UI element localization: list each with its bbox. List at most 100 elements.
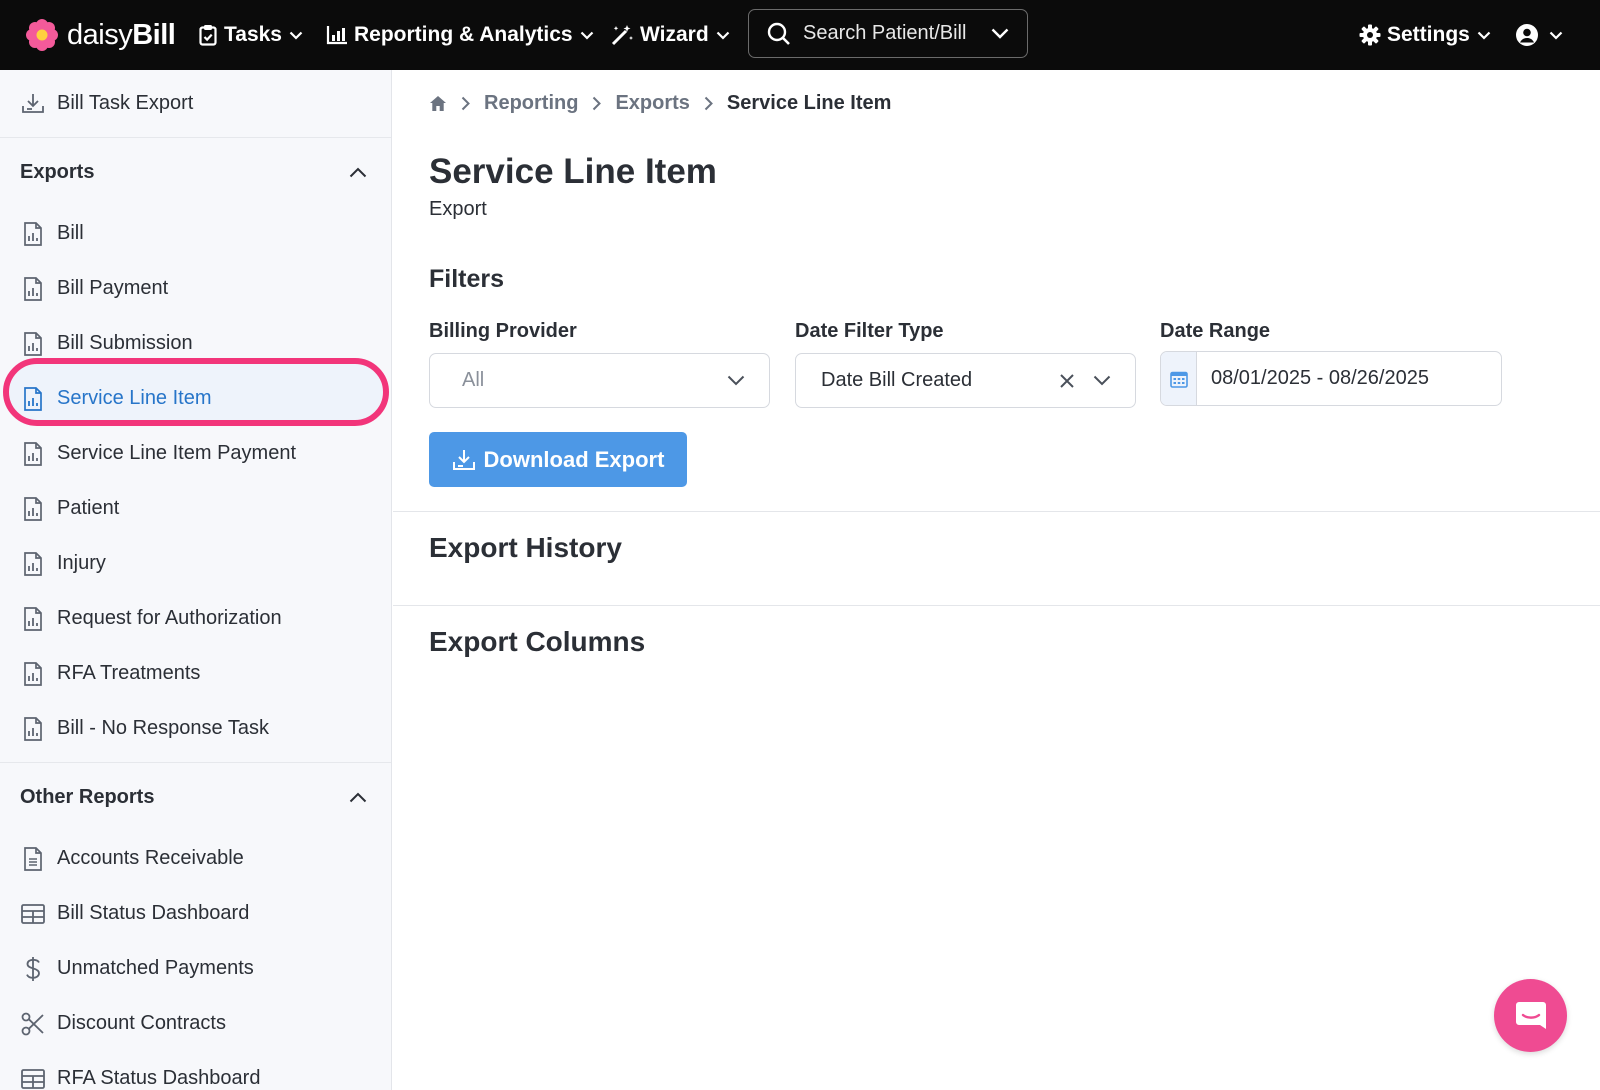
sidebar-item-unmatched-payments[interactable]: Unmatched Payments	[0, 941, 391, 996]
chevron-down-icon	[716, 31, 729, 40]
sidebar-item-label: RFA Status Dashboard	[57, 1067, 261, 1089]
sidebar: Bill Task Export Exports Bill Bill Paymen…	[0, 70, 392, 1090]
sidebar-item-service-line-item-overlay[interactable]	[0, 365, 392, 420]
main-content: Reporting Exports Service Line Item Serv…	[393, 70, 1600, 1090]
sidebar-item-request-for-authorization[interactable]: Request for Authorization	[0, 591, 391, 646]
dollar-icon	[20, 956, 46, 982]
section-title: Exports	[20, 160, 95, 183]
nav-settings[interactable]: Settings	[1359, 0, 1491, 70]
sidebar-item-label: Bill Status Dashboard	[57, 902, 250, 924]
download-icon	[452, 449, 475, 470]
report-file-icon	[20, 716, 46, 742]
date-filter-type-select[interactable]: Date Bill Created	[795, 353, 1136, 408]
report-file-icon	[20, 606, 46, 632]
user-menu[interactable]	[1515, 0, 1563, 70]
home-icon[interactable]	[429, 95, 447, 112]
report-file-icon	[20, 276, 46, 302]
chevron-up-icon[interactable]	[349, 167, 367, 178]
sidebar-item-label: Patient	[57, 497, 120, 519]
patient-bill-search[interactable]: Search Patient/Bill	[748, 9, 1028, 58]
report-file-icon	[20, 331, 46, 357]
brand[interactable]: daisyBill	[25, 18, 176, 52]
sidebar-item-label: Bill - No Response Task	[57, 717, 269, 739]
chat-launcher-button[interactable]	[1494, 979, 1567, 1052]
sidebar-item-label: Accounts Receivable	[57, 847, 244, 869]
document-icon	[20, 846, 46, 872]
export-history-heading[interactable]: Export History	[429, 532, 622, 564]
breadcrumb-reporting[interactable]: Reporting	[484, 92, 578, 115]
report-file-icon	[20, 441, 46, 467]
table-icon	[20, 901, 46, 927]
report-file-icon	[20, 661, 46, 687]
chevron-right-icon	[704, 96, 713, 111]
date-filter-type-label: Date Filter Type	[795, 320, 944, 342]
breadcrumb-current: Service Line Item	[726, 91, 892, 114]
sidebar-item-bill-no-response-task[interactable]: Bill - No Response Task	[0, 701, 391, 756]
calendar-icon	[1161, 352, 1197, 405]
report-file-icon	[20, 551, 46, 577]
nav-wizard[interactable]: Wizard	[610, 0, 730, 70]
sidebar-item-label: Bill	[57, 222, 84, 244]
nav-reporting-analytics[interactable]: Reporting & Analytics	[326, 0, 594, 70]
sidebar-item-rfa-treatments[interactable]: RFA Treatments	[0, 646, 391, 701]
chevron-up-icon[interactable]	[349, 792, 367, 803]
chevron-down-icon[interactable]	[991, 28, 1009, 39]
download-export-button[interactable]: Download Export	[429, 432, 687, 487]
exports-section-header[interactable]: Exports	[0, 138, 391, 206]
sidebar-item-label: RFA Treatments	[57, 662, 201, 684]
search-label: Search Patient/Bill	[803, 22, 967, 44]
select-value: All	[462, 369, 485, 391]
sidebar-item-patient[interactable]: Patient	[0, 481, 391, 536]
sidebar-item-label: Injury	[57, 552, 106, 574]
clear-icon[interactable]	[1059, 373, 1075, 389]
select-value: Date Bill Created	[821, 369, 973, 391]
sidebar-item-bill-status-dashboard[interactable]: Bill Status Dashboard	[0, 886, 391, 941]
date-range-label: Date Range	[1160, 320, 1271, 342]
breadcrumb: Reporting Exports Service Line Item	[429, 90, 891, 116]
other-reports-list: Accounts Receivable Bill Status Dashboard…	[0, 831, 391, 1090]
magic-wand-icon	[611, 25, 633, 46]
chevron-down-icon	[289, 31, 303, 40]
brand-name: daisyBill	[67, 18, 176, 51]
sidebar-item-accounts-receivable[interactable]: Accounts Receivable	[0, 831, 391, 886]
date-range-picker[interactable]: 08/01/2025 - 08/26/2025	[1160, 351, 1502, 406]
divider	[393, 511, 1600, 512]
daisy-logo-icon	[26, 19, 58, 51]
breadcrumb-exports[interactable]: Exports	[615, 92, 689, 115]
billing-provider-label: Billing Provider	[429, 320, 577, 342]
billing-provider-select[interactable]: All	[429, 353, 770, 408]
chevron-right-icon	[592, 96, 602, 111]
sidebar-item-bill-task-export[interactable]: Bill Task Export	[0, 70, 391, 138]
report-file-icon	[20, 221, 46, 247]
sidebar-item-label: Bill Task Export	[57, 92, 194, 114]
clipboard-check-icon	[199, 25, 217, 46]
sidebar-item-injury[interactable]: Injury	[0, 536, 391, 591]
sidebar-item-label: Service Line Item Payment	[57, 442, 296, 464]
sidebar-item-bill-submission[interactable]: Bill Submission	[0, 316, 391, 371]
search-icon	[767, 22, 790, 45]
table-icon	[20, 1066, 46, 1090]
scissors-icon	[20, 1011, 46, 1037]
other-reports-section-header[interactable]: Other Reports	[0, 763, 391, 831]
button-label: Download Export	[483, 446, 665, 472]
sidebar-item-label: Unmatched Payments	[57, 957, 254, 979]
sidebar-item-bill-payment[interactable]: Bill Payment	[0, 261, 391, 316]
sidebar-item-rfa-status-dashboard[interactable]: RFA Status Dashboard	[0, 1051, 391, 1090]
section-title: Other Reports	[20, 785, 155, 808]
export-columns-heading[interactable]: Export Columns	[429, 626, 645, 658]
sidebar-item-discount-contracts[interactable]: Discount Contracts	[0, 996, 391, 1051]
date-range-value: 08/01/2025 - 08/26/2025	[1211, 367, 1429, 389]
nav-tasks[interactable]: Tasks	[198, 0, 303, 70]
chevron-right-icon	[461, 96, 470, 111]
sidebar-item-service-line-item-payment[interactable]: Service Line Item Payment	[0, 426, 391, 481]
sidebar-item-bill[interactable]: Bill	[0, 206, 391, 261]
bar-chart-icon	[326, 26, 347, 45]
chevron-down-icon	[727, 375, 745, 386]
sidebar-item-label: Bill Submission	[57, 332, 193, 354]
page-title: Service Line Item	[429, 152, 717, 191]
sidebar-item-label: Request for Authorization	[57, 607, 282, 629]
chevron-down-icon	[1549, 31, 1563, 40]
filters-heading: Filters	[429, 265, 505, 293]
chevron-down-icon	[1477, 31, 1491, 40]
report-file-icon	[20, 496, 46, 522]
